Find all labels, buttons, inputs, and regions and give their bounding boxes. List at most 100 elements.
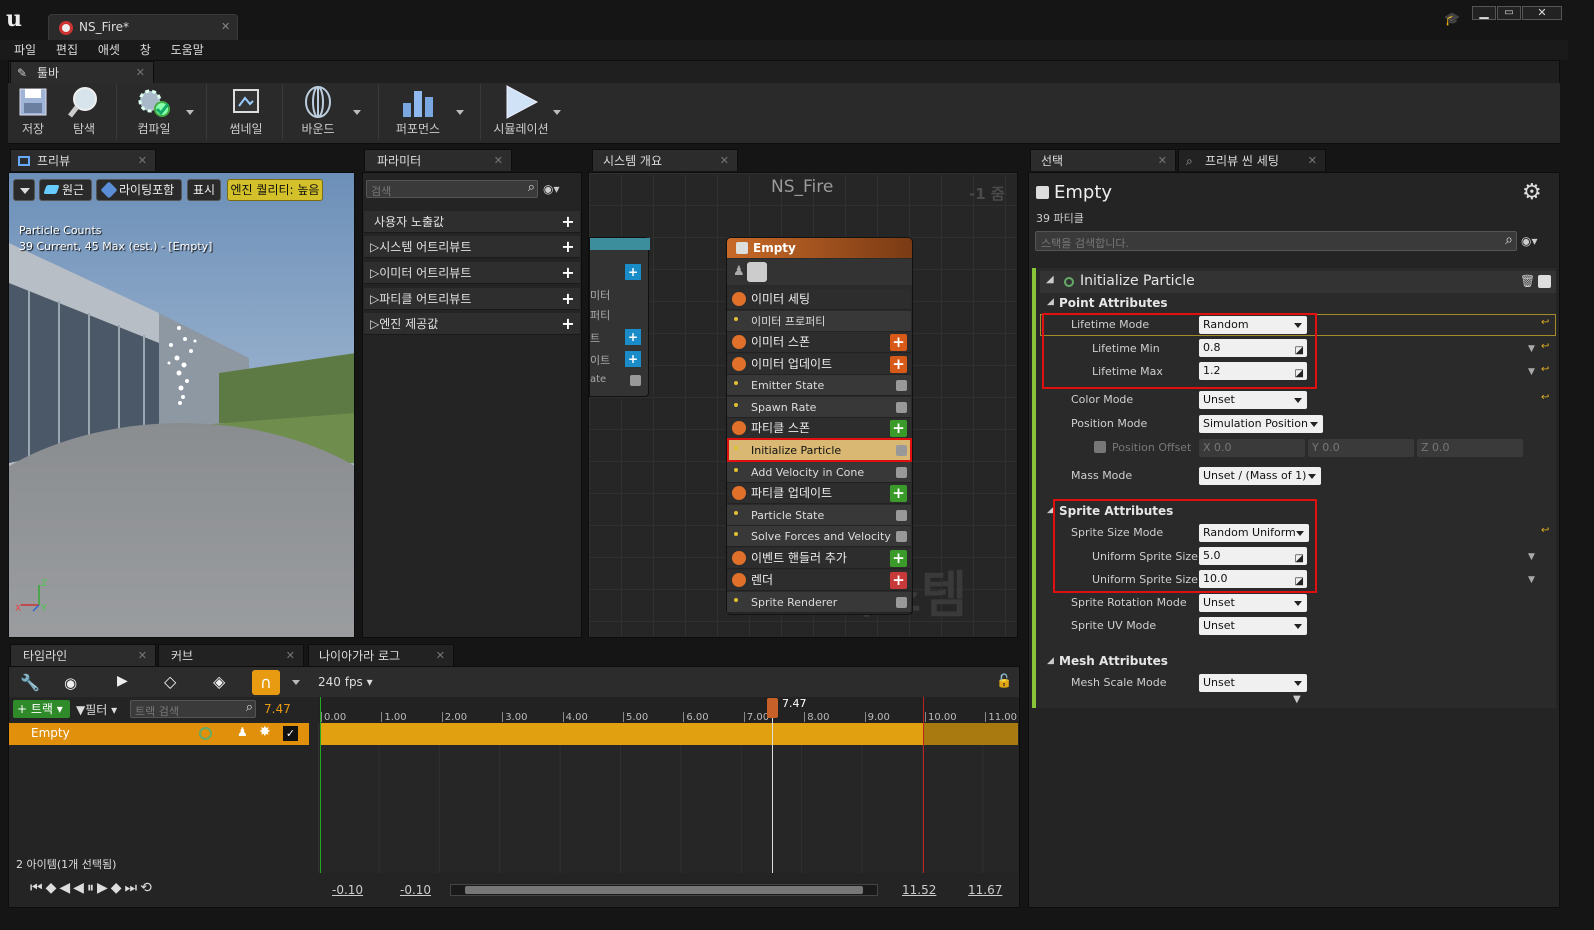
close-icon[interactable]: ✕ bbox=[1308, 150, 1317, 172]
tab-system-overview[interactable]: 시스템 개요 ✕ bbox=[592, 149, 738, 171]
menu-window[interactable]: 창 bbox=[132, 40, 159, 60]
viewport-options-button[interactable] bbox=[13, 179, 35, 201]
tab-preview[interactable]: 프리뷰 ✕ bbox=[10, 149, 156, 171]
tab-curves[interactable]: 커브 ✕ bbox=[158, 644, 304, 666]
partial-node-add-icon[interactable]: + bbox=[625, 264, 641, 280]
collapse-arrow-icon[interactable]: ◢ bbox=[1047, 656, 1054, 666]
node-row[interactable]: 파티클 업데이트 + bbox=[727, 483, 911, 504]
playhead-handle[interactable] bbox=[767, 698, 778, 718]
compile-dropdown-arrow[interactable] bbox=[186, 110, 194, 115]
close-icon[interactable]: ✕ bbox=[138, 150, 147, 172]
lock-icon[interactable]: 🔓 bbox=[996, 674, 1012, 689]
stack-search-input[interactable]: 스택을 검색합니다. ⌕ bbox=[1035, 231, 1517, 251]
add-module-icon[interactable]: + bbox=[890, 355, 907, 373]
step-back-frame-icon[interactable]: ◀ bbox=[59, 880, 73, 896]
sprite-uv-mode-dropdown[interactable]: Unset bbox=[1199, 617, 1307, 635]
trash-icon[interactable]: 🗑 bbox=[1520, 274, 1535, 288]
close-icon[interactable]: ✕ bbox=[136, 62, 145, 84]
node-row[interactable]: Spawn Rate bbox=[727, 396, 911, 418]
reset-default-icon[interactable]: ↩ bbox=[1541, 317, 1549, 328]
filter-button[interactable]: ▼필터 ▾ bbox=[76, 701, 117, 718]
node-row[interactable]: Add Velocity in Cone bbox=[727, 461, 911, 483]
param-row-user[interactable]: 사용자 노출값 + bbox=[364, 211, 580, 233]
fps-dropdown[interactable]: 240 fps ▾ bbox=[318, 675, 373, 689]
reset-default-icon[interactable]: ↩ bbox=[1541, 392, 1549, 403]
step-forward-frame-icon[interactable]: ▶ bbox=[97, 880, 111, 896]
add-icon[interactable]: + bbox=[560, 239, 576, 255]
node-row[interactable]: Solve Forces and Velocity bbox=[727, 526, 911, 547]
step-back-key-icon[interactable]: ◆ bbox=[46, 880, 60, 896]
parameters-search-input[interactable]: 검색 ⌕ bbox=[366, 180, 538, 198]
position-offset-x-input[interactable]: X 0.0 bbox=[1199, 439, 1305, 457]
jump-to-end-icon[interactable]: ⏭ bbox=[125, 880, 141, 896]
visibility-eye-icon[interactable]: ◉▾ bbox=[1521, 234, 1538, 248]
node-row[interactable]: 렌더 + bbox=[727, 569, 911, 591]
perspective-button[interactable]: 원근 bbox=[39, 179, 92, 201]
record-icon[interactable]: ⟲ bbox=[140, 880, 155, 896]
add-icon[interactable]: + bbox=[560, 214, 576, 230]
range-scrollbar[interactable] bbox=[450, 884, 878, 896]
bounds-button[interactable]: 바운드 bbox=[292, 84, 344, 140]
save-button[interactable]: 저장 bbox=[12, 84, 54, 140]
position-offset-y-input[interactable]: Y 0.0 bbox=[1308, 439, 1414, 457]
tab-timeline[interactable]: 타임라인 ✕ bbox=[10, 644, 156, 666]
options-chevron-icon[interactable]: ▼ bbox=[1528, 367, 1535, 377]
time-ruler[interactable] bbox=[318, 697, 1018, 723]
partial-node-checkbox[interactable] bbox=[630, 375, 641, 386]
menu-help[interactable]: 도움말 bbox=[163, 40, 212, 60]
tab-niagara-log[interactable]: 나이아가라 로그 ✕ bbox=[308, 644, 454, 666]
jump-to-start-icon[interactable]: ⏮ bbox=[30, 880, 46, 896]
minimize-button[interactable]: ▁ bbox=[1472, 6, 1496, 20]
visibility-eye-icon[interactable]: ◉▾ bbox=[543, 182, 560, 196]
lighting-button[interactable]: 라이팅포함 bbox=[96, 179, 182, 201]
working-range-end[interactable]: 11.52 bbox=[902, 883, 936, 897]
pin-icon[interactable]: ♟ bbox=[733, 264, 745, 279]
add-icon[interactable]: + bbox=[560, 291, 576, 307]
tab-parameters[interactable]: 파라미터 ✕ bbox=[364, 149, 512, 171]
simulation-button[interactable]: 시뮬레이션 bbox=[490, 84, 552, 140]
learn-icon[interactable]: 🎓 bbox=[1444, 12, 1460, 27]
add-module-icon[interactable]: + bbox=[890, 420, 907, 437]
close-icon[interactable]: ✕ bbox=[1158, 150, 1167, 172]
add-module-icon[interactable]: + bbox=[890, 485, 907, 502]
param-row-emitter[interactable]: ▷이미터 어트리뷰트 + bbox=[364, 262, 580, 284]
module-header[interactable]: ◢ Initialize Particle 🗑 bbox=[1040, 271, 1556, 293]
module-enabled-checkbox[interactable] bbox=[896, 596, 907, 608]
menu-file[interactable]: 파일 bbox=[6, 40, 44, 60]
close-icon[interactable]: ✕ bbox=[138, 645, 147, 667]
module-enabled-checkbox[interactable] bbox=[1538, 275, 1551, 288]
sparkle-icon[interactable]: ✸ bbox=[259, 724, 271, 740]
keyframe-icon[interactable]: ◇ bbox=[164, 672, 176, 691]
node-row[interactable]: Sprite Renderer bbox=[727, 591, 911, 613]
options-chevron-icon[interactable]: ▼ bbox=[1528, 552, 1535, 562]
settings-gear-icon[interactable]: ⚙ bbox=[1522, 180, 1542, 205]
options-chevron-icon[interactable]: ▼ bbox=[1528, 575, 1535, 585]
wrench-icon[interactable]: 🔧 bbox=[20, 673, 40, 692]
pin-icon[interactable]: ♟ bbox=[237, 725, 248, 739]
show-button[interactable]: 표시 bbox=[187, 179, 221, 201]
play-options-icon[interactable]: ▶ bbox=[117, 673, 128, 689]
emitter-node-header[interactable]: Empty bbox=[727, 238, 912, 258]
add-module-icon[interactable]: + bbox=[890, 334, 907, 351]
module-enabled-checkbox[interactable] bbox=[896, 531, 907, 542]
working-range-start[interactable]: -0.10 bbox=[400, 883, 431, 897]
collapse-arrow-icon[interactable]: ◢ bbox=[1047, 297, 1054, 307]
partial-node-add-icon[interactable]: + bbox=[625, 351, 641, 367]
track-search-input[interactable]: 트랙 검색 ⌕ bbox=[130, 700, 256, 718]
maximize-button[interactable]: ▭ bbox=[1497, 6, 1521, 20]
eye-icon[interactable]: ◉ bbox=[64, 674, 77, 692]
node-row[interactable]: Emitter State bbox=[727, 375, 911, 396]
track-enabled-checkbox[interactable]: ✓ bbox=[283, 726, 298, 741]
view-range-start[interactable]: -0.10 bbox=[332, 883, 363, 897]
enabled-checkbox[interactable] bbox=[736, 242, 748, 254]
asset-tab[interactable]: NS_Fire* ✕ bbox=[48, 14, 238, 40]
options-chevron-icon[interactable]: ▼ bbox=[1528, 344, 1535, 354]
add-icon[interactable]: + bbox=[560, 265, 576, 281]
node-row[interactable]: 이벤트 핸들러 추가 + bbox=[727, 547, 911, 569]
play-reverse-icon[interactable]: ◀ bbox=[73, 880, 87, 896]
node-row[interactable]: 이미터 업데이트 + bbox=[727, 353, 911, 375]
chevron-down-icon[interactable] bbox=[292, 680, 300, 685]
performance-dropdown-arrow[interactable] bbox=[456, 110, 464, 115]
sprite-rotation-mode-dropdown[interactable]: Unset bbox=[1199, 594, 1307, 612]
position-mode-dropdown[interactable]: Simulation Position bbox=[1199, 415, 1323, 433]
